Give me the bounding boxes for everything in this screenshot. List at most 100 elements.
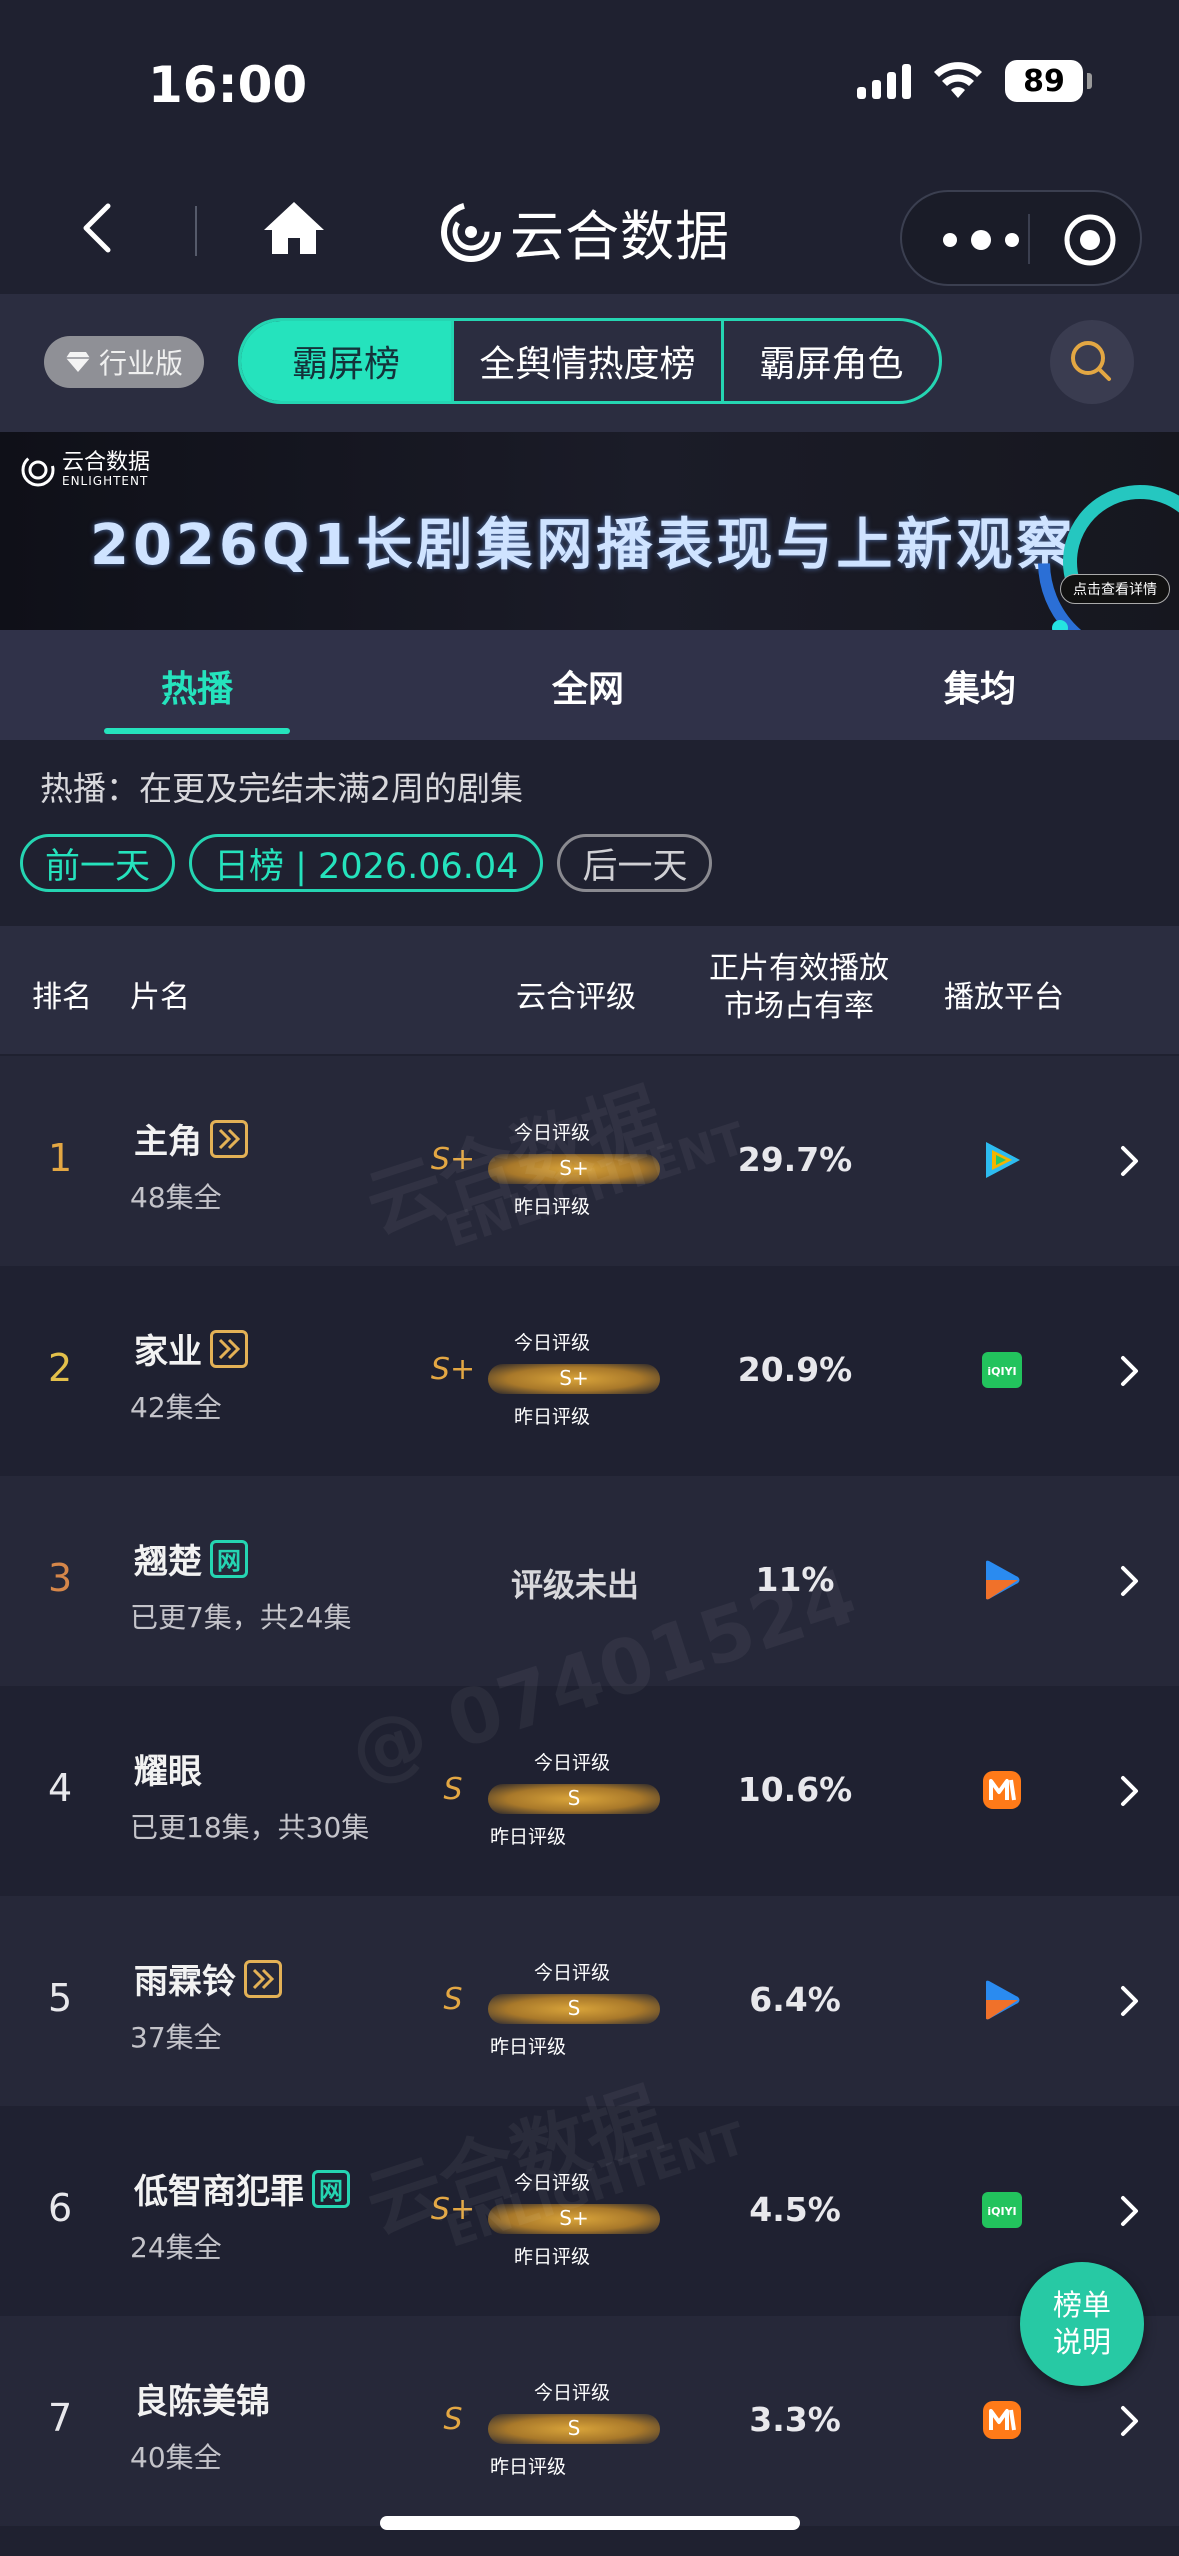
current-date-button[interactable]: 日榜 | 2026.06.04 (189, 834, 544, 892)
ranking-tabs: 霸屏榜 全舆情热度榜 霸屏角色 (238, 318, 942, 404)
rank-number: 7 (48, 2396, 73, 2440)
today-rating-label: 今日评级 (514, 1332, 591, 1354)
chevron-right-icon[interactable] (1118, 2404, 1142, 2438)
platform-mango-tv (980, 2398, 1024, 2442)
miniapp-capsule (900, 190, 1142, 286)
iqiyi-icon: iQIYI (982, 2192, 1022, 2228)
subtab-per-episode[interactable]: 集均 (880, 660, 1080, 712)
today-rating-label: 今日评级 (534, 1962, 611, 1984)
col-market-share: 正片有效播放 市场占有率 (706, 950, 892, 1026)
col-platform: 播放平台 (944, 980, 1064, 1015)
rating-bar-value: S (567, 2416, 581, 2440)
rating-bar-value: S (567, 1996, 581, 2020)
col-market-share-line2: 市场占有率 (724, 989, 874, 1024)
drama-title: 低智商犯罪 (134, 2172, 304, 2212)
col-rank: 排名 (32, 980, 92, 1015)
episode-info: 48集全 (130, 1181, 222, 1214)
tab-public-opinion-heat[interactable]: 全舆情热度榜 (451, 321, 721, 401)
svg-text:iQIYI: iQIYI (987, 1365, 1016, 1378)
navbar: 云合数据 (0, 170, 1179, 294)
rating-meter: 今日评级 S 昨日评级 (482, 1956, 666, 2058)
chevron-right-icon[interactable] (1118, 1774, 1142, 1808)
yesterday-rating-label: 昨日评级 (490, 2456, 567, 2478)
platform-iqiyi: iQIYI (980, 2188, 1024, 2232)
yunhe-logo-icon (441, 201, 501, 262)
rank-number: 3 (48, 1556, 73, 1600)
active-tab-indicator (104, 728, 290, 734)
episode-info: 已更7集，共24集 (130, 1601, 352, 1634)
ranking-type-bar: 行业版 霸屏榜 全舆情热度榜 霸屏角色 (0, 294, 1179, 432)
web-series-badge: 网 (312, 2169, 350, 2208)
iqiyi-icon: iQIYI (982, 1352, 1022, 1388)
chevron-right-icon[interactable] (1118, 1564, 1142, 1598)
yunhe-grade: S (443, 2402, 463, 2437)
market-share: 20.9% (737, 1350, 853, 1389)
banner-logo: 云合数据 ENLIGHTENT (20, 452, 150, 488)
rank-number: 6 (48, 2186, 73, 2230)
table-header: 排名 片名 云合评级 正片有效播放 市场占有率 播放平台 (0, 926, 1179, 1054)
today-rating-label: 今日评级 (534, 2382, 611, 2404)
tab-screen-dominance[interactable]: 霸屏榜 (241, 321, 451, 401)
status-icons: 89 (857, 60, 1092, 102)
cellular-signal-icon (857, 63, 911, 99)
market-share: 6.4% (749, 1980, 841, 2019)
chevron-right-icon[interactable] (1118, 1984, 1142, 2018)
drama-title-group: 翘楚 网 (134, 1534, 248, 1583)
banner-logo-text: 云合数据 (62, 450, 151, 475)
home-indicator[interactable] (380, 2516, 800, 2530)
home-icon[interactable] (262, 198, 326, 258)
subtab-all-network[interactable]: 全网 (488, 660, 688, 712)
table-row[interactable]: 2 家业 42集全 S+ 今日评级 S+ 昨日评级 20.9% iQIYI (0, 1266, 1179, 1476)
industry-edition-badge[interactable]: 行业版 (44, 336, 204, 388)
close-miniapp-icon[interactable] (1062, 212, 1118, 268)
rating-pending: 评级未出 (510, 1566, 639, 1604)
drama-title-group: 雨霖铃 (134, 1954, 282, 2003)
exclusive-badge-icon (244, 1959, 282, 1998)
yunhe-grade: S (443, 1772, 463, 1807)
rating-meter: 今日评级 S 昨日评级 (482, 2376, 666, 2478)
chevron-right-icon[interactable] (1118, 2194, 1142, 2228)
ranking-explanation-button[interactable]: 榜单 说明 (1020, 2262, 1144, 2386)
chevron-right-icon[interactable] (1118, 1354, 1142, 1388)
youku-icon (986, 1560, 1020, 1600)
list-description: 热播：在更及完结未满2周的剧集 (40, 769, 523, 808)
platform-tencent-video (980, 1138, 1024, 1182)
back-icon[interactable] (70, 198, 130, 258)
youku-icon (986, 1980, 1020, 2020)
drama-title-group: 主角 (134, 1114, 248, 1163)
subtab-hot[interactable]: 热播 (97, 660, 297, 712)
drama-title-group: 良陈美锦 (134, 2374, 270, 2423)
date-navigator: 前一天 日榜 | 2026.06.04 后一天 (20, 834, 713, 892)
drama-title: 家业 (134, 1332, 202, 1372)
status-bar: 16:00 89 (0, 0, 1179, 170)
yunhe-grade: S (443, 1982, 463, 2017)
tab-dominant-roles[interactable]: 霸屏角色 (721, 321, 939, 401)
episode-info: 37集全 (130, 2021, 222, 2054)
industry-badge-label: 行业版 (98, 347, 183, 380)
svg-text:iQIYI: iQIYI (987, 2205, 1016, 2218)
platform-iqiyi: iQIYI (980, 1348, 1024, 1392)
exclusive-badge-icon (210, 1119, 248, 1158)
rank-number: 2 (48, 1346, 73, 1390)
next-day-button[interactable]: 后一天 (557, 834, 713, 892)
status-time: 16:00 (148, 56, 308, 114)
episode-info: 已更18集，共30集 (130, 1811, 370, 1844)
promo-banner[interactable]: 云合数据 ENLIGHTENT 2026Q1长剧集网播表现与上新观察 点击查看详… (0, 432, 1179, 630)
search-button[interactable] (1050, 320, 1134, 404)
prev-day-button[interactable]: 前一天 (20, 834, 176, 892)
chevron-right-icon[interactable] (1118, 1144, 1142, 1178)
web-series-badge: 网 (210, 1539, 248, 1578)
fab-label-line1: 榜单 (1052, 2288, 1111, 2322)
table-row[interactable]: 7 良陈美锦 40集全 S 今日评级 S 昨日评级 3.3% (0, 2316, 1179, 2526)
capsule-divider (1028, 214, 1030, 264)
rank-number: 5 (48, 1976, 73, 2020)
nav-title: 云合数据 (440, 192, 730, 271)
rating-meter: 今日评级 S+ 昨日评级 (482, 1326, 666, 1428)
episode-info: 40集全 (130, 2441, 222, 2474)
yesterday-rating-label: 昨日评级 (514, 2246, 591, 2268)
banner-title: 2026Q1长剧集网播表现与上新观察 (90, 513, 1077, 578)
banner-details-link[interactable]: 点击查看详情 (1060, 574, 1170, 604)
rating-bar-value: S+ (559, 1366, 589, 1390)
wifi-icon (934, 62, 982, 98)
more-icon[interactable] (936, 226, 1026, 254)
